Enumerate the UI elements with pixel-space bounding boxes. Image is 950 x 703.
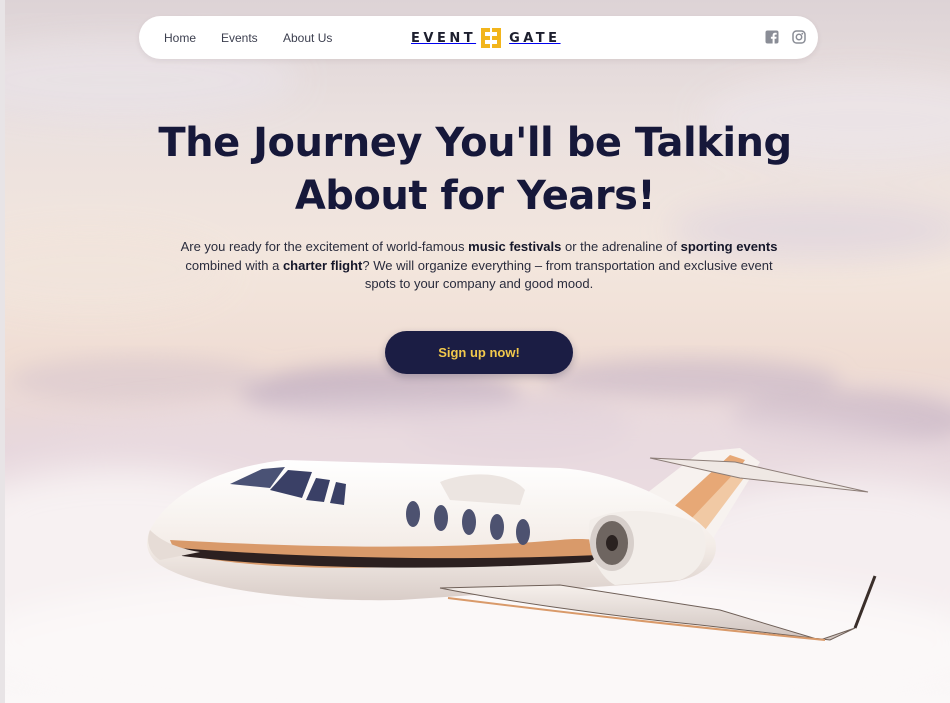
private-jet-illustration: [147, 448, 877, 641]
hero-page: Home Events About Us EVENT GATE The Jour…: [0, 0, 950, 703]
